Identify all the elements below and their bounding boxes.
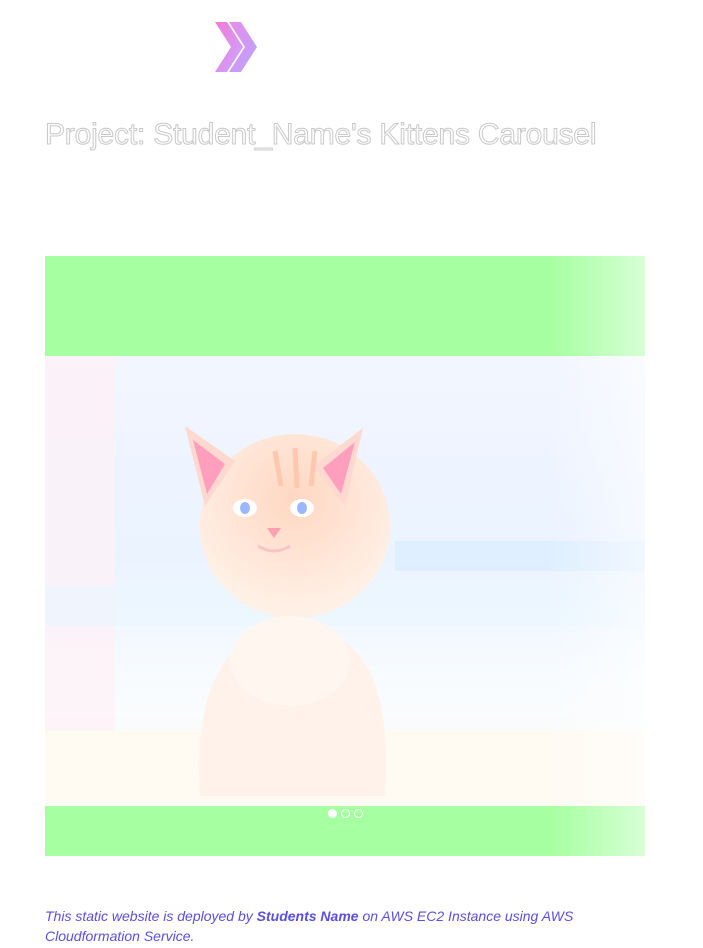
carousel-slide[interactable] xyxy=(45,356,645,806)
double-chevron-right-icon xyxy=(215,22,257,72)
kitten-photo xyxy=(45,356,645,806)
page-title: Project: Student_Name's Kittens Carousel xyxy=(44,118,597,152)
carousel-indicator-2[interactable] xyxy=(340,809,350,818)
carousel-indicator-3[interactable] xyxy=(353,809,363,818)
carousel-indicators xyxy=(45,809,645,818)
carousel-indicator-1[interactable] xyxy=(327,809,337,818)
kittens-carousel[interactable] xyxy=(45,256,645,856)
footer-author: Students Name xyxy=(256,908,359,924)
footer-note: This static website is deployed by Stude… xyxy=(45,906,605,946)
footer-text-before: This static website is deployed by xyxy=(45,908,257,924)
